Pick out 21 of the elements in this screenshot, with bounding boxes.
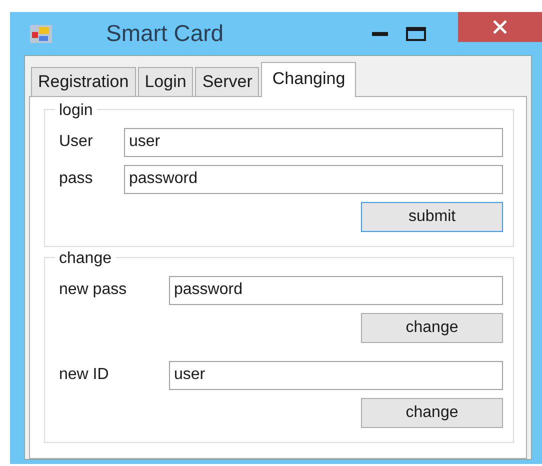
window-title: Smart Card (106, 19, 224, 48)
close-button[interactable] (458, 12, 542, 42)
field-label: new pass (59, 280, 128, 300)
field-label: pass (59, 169, 94, 189)
action-button[interactable]: submit (361, 202, 503, 232)
input-field[interactable]: user (124, 128, 503, 156)
tab[interactable]: Registration (31, 67, 136, 96)
close-icon (493, 20, 507, 34)
tab[interactable]: Changing (261, 62, 356, 96)
field-label: new ID (59, 365, 110, 385)
app-icon (30, 24, 52, 42)
tab[interactable]: Server (195, 67, 260, 96)
minimize-icon (372, 32, 388, 36)
field-label: User (59, 132, 94, 152)
action-button[interactable]: change (361, 312, 503, 342)
input-field[interactable]: password (124, 164, 503, 194)
action-button[interactable]: change (361, 398, 503, 428)
input-field[interactable]: password (169, 276, 503, 304)
input-field[interactable]: user (169, 360, 503, 390)
maximize-icon (406, 26, 426, 40)
tab[interactable]: Login (138, 67, 194, 96)
